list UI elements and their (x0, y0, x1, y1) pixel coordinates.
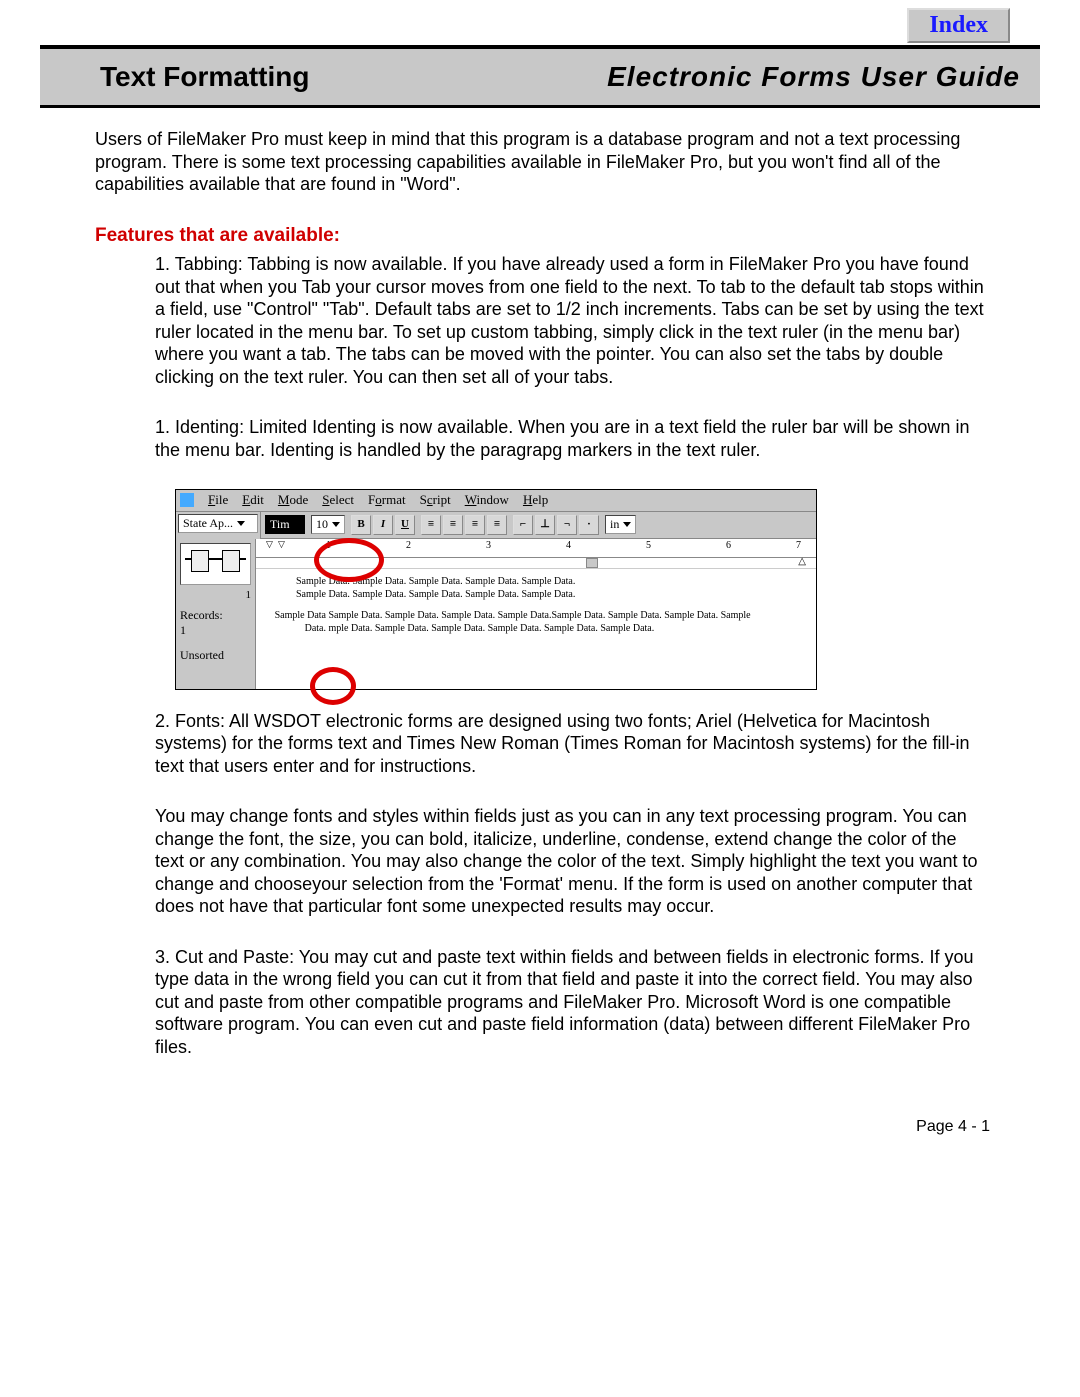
page-header: Text Formatting Electronic Forms User Gu… (40, 45, 1040, 105)
tab-center-button: ⊥ (535, 515, 555, 535)
top-bar: Index (0, 0, 1080, 40)
align-center-button: ≡ (443, 515, 463, 535)
document-page: Index Text Formatting Electronic Forms U… (0, 0, 1080, 1136)
chevron-down-icon (332, 522, 340, 527)
tab-decimal-button: · (579, 515, 599, 535)
sample-line-4: mple Data. Sample Data. Sample Data. Sam… (329, 623, 655, 634)
filemaker-screenshot: File Edit Mode Select Format Script Wind… (175, 489, 817, 689)
unit-dropdown: in (605, 515, 636, 534)
tab-left-button: ⌐ (513, 515, 533, 535)
intro-paragraph: Users of FileMaker Pro must keep in mind… (95, 128, 990, 196)
italic-button: I (373, 515, 393, 535)
menu-script: Script (420, 492, 451, 508)
align-justify-button: ≡ (487, 515, 507, 535)
layout-dropdown-label: State Ap... (183, 516, 233, 531)
page-number: Page 4 - 1 (0, 1118, 990, 1136)
screenshot-main: 1 Records: 1 Unsorted 1 2 3 4 5 6 7 ▽ (176, 539, 816, 689)
sample-hang-1: Sample Data (266, 609, 326, 622)
sample-hang-2: Data. (266, 622, 326, 635)
item-fontchange: You may change fonts and styles within f… (155, 805, 990, 918)
menu-select: Select (322, 492, 354, 508)
style-group: B I U (351, 515, 415, 535)
sample-line-2: Sample Data. Sample Data. Sample Data. S… (296, 588, 806, 601)
bold-button: B (351, 515, 371, 535)
header-title-left: Text Formatting (100, 61, 309, 93)
align-left-button: ≡ (421, 515, 441, 535)
content-area: Users of FileMaker Pro must keep in mind… (95, 128, 990, 1058)
chevron-down-icon (237, 521, 245, 526)
index-button[interactable]: Index (907, 8, 1010, 43)
layout-dropdown: State Ap... (178, 514, 258, 533)
features-heading: Features that are available: (95, 224, 990, 248)
underline-button: U (395, 515, 415, 535)
sample-line-1: Sample Data. Sample Data. Sample Data. S… (296, 575, 806, 588)
records-label: Records: (180, 608, 251, 623)
records-count: 1 (180, 623, 251, 638)
text-ruler: 1 2 3 4 5 6 7 ▽ ▽ (256, 539, 816, 558)
menu-file: File (208, 492, 228, 508)
app-icon (180, 493, 194, 507)
menu-mode: Mode (278, 492, 308, 508)
book-icon (180, 543, 251, 585)
tab-align-group: ⌐ ⊥ ¬ · (513, 515, 599, 535)
item-fonts: 2. Fonts: All WSDOT electronic forms are… (155, 710, 990, 778)
screenshot-menubar: File Edit Mode Select Format Script Wind… (176, 490, 816, 511)
item-identing: 1. Identing: Limited Identing is now ava… (155, 416, 990, 461)
ruler-end-marker: △ (798, 556, 806, 569)
menu-window: Window (465, 492, 509, 508)
chevron-down-icon (623, 522, 631, 527)
item-tabbing: 1. Tabbing: Tabbing is now available. If… (155, 253, 990, 388)
font-dropdown: Tim (265, 515, 305, 534)
menu-format: Format (368, 492, 406, 508)
menu-edit: Edit (242, 492, 264, 508)
screenshot-toolbar: Tim 10 B I U ≡ ≡ ≡ ≡ (261, 512, 816, 539)
item-cutpaste: 3. Cut and Paste: You may cut and paste … (155, 946, 990, 1059)
record-index: 1 (180, 589, 251, 603)
sample-line-3: Sample Data. Sample Data. Sample Data. S… (329, 610, 751, 621)
menu-help: Help (523, 492, 548, 508)
screenshot-sidebar: 1 Records: 1 Unsorted (176, 539, 256, 689)
scroll-thumb (586, 558, 598, 568)
size-dropdown: 10 (311, 515, 345, 534)
screenshot-text-body: Sample Data. Sample Data. Sample Data. S… (256, 569, 816, 649)
screenshot-document-area: 1 2 3 4 5 6 7 ▽ ▽ △ (256, 539, 816, 689)
ruler-track: △ (256, 558, 816, 569)
align-group: ≡ ≡ ≡ ≡ (421, 515, 507, 535)
header-title-right: Electronic Forms User Guide (607, 61, 1020, 93)
unsorted-label: Unsorted (180, 648, 251, 663)
tab-right-button: ¬ (557, 515, 577, 535)
align-right-button: ≡ (465, 515, 485, 535)
header-divider (40, 105, 1040, 108)
red-circle-annotation-2 (310, 667, 356, 705)
